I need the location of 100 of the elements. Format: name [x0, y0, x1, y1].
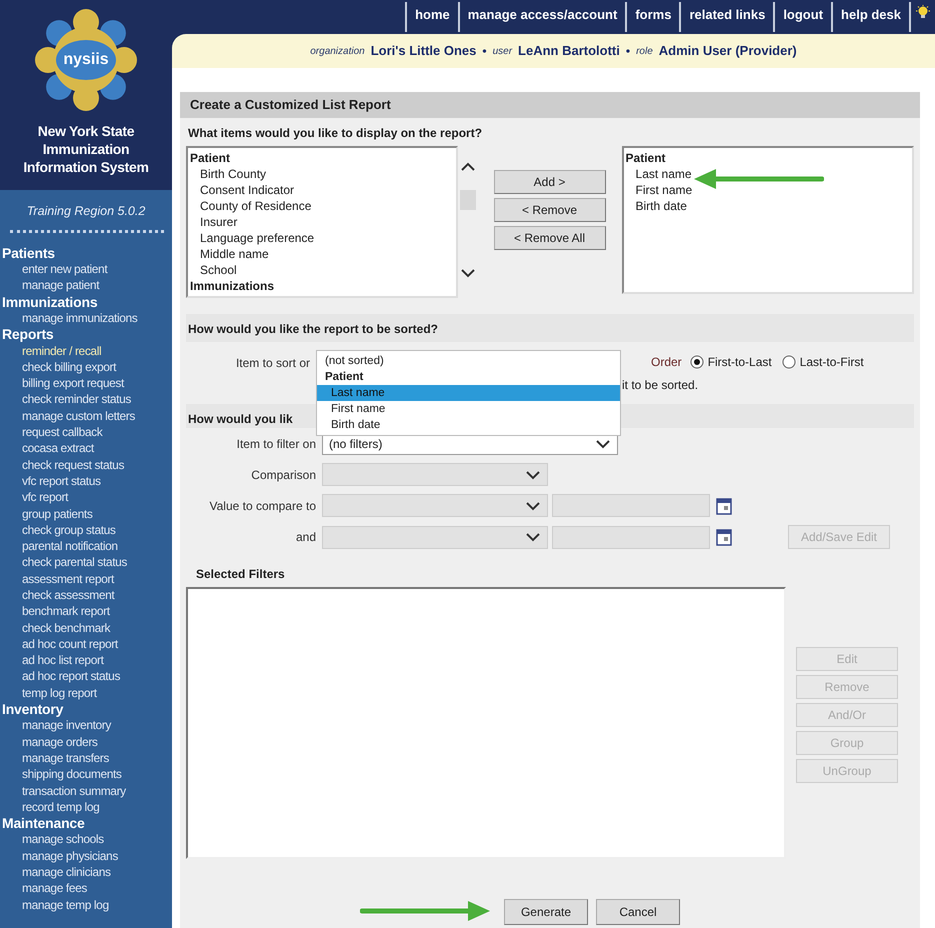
nav-link[interactable]: manage access/account — [458, 2, 626, 32]
nav-link[interactable]: logout — [773, 2, 832, 32]
list-option[interactable]: Birth County — [200, 166, 266, 182]
sidebar-link[interactable]: manage clinicians — [0, 864, 172, 880]
list-option[interactable]: Consent Indicator — [200, 182, 294, 198]
list-option[interactable]: First name — [636, 182, 692, 198]
sidebar-link[interactable]: vfc report — [0, 489, 172, 506]
sidebar-link[interactable]: check assessment — [0, 586, 172, 604]
sidebar-link[interactable]: manage custom letters — [0, 408, 172, 424]
radio-button[interactable] — [782, 355, 796, 369]
nav-link[interactable]: related links — [679, 2, 774, 32]
field-label: Order — [651, 354, 682, 371]
list-option[interactable]: Birth date — [636, 198, 687, 214]
sidebar-heading: Patients — [1, 244, 56, 262]
sidebar-link[interactable]: manage temp log — [0, 896, 172, 913]
dropdown-option[interactable]: (not sorted) — [317, 353, 620, 369]
sidebar-link[interactable]: manage immunizations — [0, 310, 172, 326]
sidebar-link[interactable]: record temp log — [0, 798, 172, 816]
dropdown-option[interactable]: Last name — [317, 385, 620, 401]
field-label: Item to sort or — [234, 355, 311, 372]
sidebar-link[interactable]: check request status — [0, 456, 172, 473]
list-option[interactable]: School — [200, 262, 237, 278]
list-option[interactable]: County of Residence — [200, 198, 312, 214]
sidebar-link[interactable]: manage transfers — [0, 750, 172, 766]
sidebar-link[interactable]: temp log report — [0, 684, 172, 702]
radio-button[interactable] — [690, 355, 704, 369]
sidebar-heading: Inventory — [1, 701, 64, 718]
list-button[interactable]: < Remove All — [494, 226, 606, 250]
field-value: Admin User (Provider) — [658, 42, 797, 60]
nav-link[interactable]: forms — [625, 2, 680, 32]
field-label: role — [636, 44, 653, 58]
sidebar-link[interactable]: enter new patient — [0, 261, 172, 278]
list-option[interactable]: Last name — [636, 166, 692, 182]
field-label: Item to filter on — [236, 436, 317, 452]
page-title: Create a Customized List Report — [180, 92, 920, 118]
sidebar-link[interactable]: billing export request — [0, 375, 172, 392]
calendar-icon — [716, 528, 732, 546]
sidebar-link[interactable]: manage inventory — [0, 717, 172, 734]
sidebar-link[interactable]: manage orders — [0, 734, 172, 750]
list-option[interactable]: Language preference — [200, 230, 314, 246]
radio-label[interactable]: Last-to-First — [800, 353, 864, 371]
action-button[interactable]: Generate — [504, 899, 588, 925]
field-label: user — [492, 44, 512, 58]
input-field[interactable] — [552, 494, 710, 517]
list-button[interactable]: Add > — [494, 170, 606, 194]
system-title: New York State Immunization Information System — [22, 122, 150, 176]
dropdown-option[interactable]: First name — [317, 401, 620, 417]
sidebar-heading: Maintenance — [1, 815, 86, 832]
sidebar-link[interactable]: parental notification — [0, 538, 172, 554]
sidebar-link[interactable]: shipping documents — [0, 766, 172, 783]
sidebar-link[interactable]: vfc report status — [0, 472, 172, 490]
field-label: Value to compare to — [208, 498, 317, 514]
separator-dot: • — [482, 43, 487, 60]
sidebar-link[interactable]: ad hoc list report — [0, 652, 172, 668]
sidebar-link[interactable]: assessment report — [0, 570, 172, 587]
field-label: and — [294, 529, 317, 546]
sidebar-link[interactable]: ad hoc report status — [0, 668, 172, 685]
list-option[interactable]: Insurer — [200, 214, 238, 230]
sidebar-link[interactable]: check reminder status — [0, 391, 172, 408]
field-value: LeAnn Bartolotti — [518, 42, 620, 60]
sidebar-link[interactable]: check group status — [0, 522, 172, 538]
list-box[interactable]: Patient Last name First name Birth date — [622, 146, 914, 294]
calendar-icon — [716, 496, 732, 514]
sidebar-link[interactable]: manage physicians — [0, 848, 172, 864]
sidebar-link[interactable]: ad hoc count report — [0, 636, 172, 652]
hint-text: it to be sorted. — [622, 378, 698, 392]
section-heading: How would you like the report to be sorted? — [186, 314, 914, 342]
sidebar-link[interactable]: reminder / recall — [0, 342, 172, 359]
input-field[interactable] — [552, 526, 710, 548]
list-option[interactable]: Middle name — [200, 246, 269, 262]
list-box[interactable]: Patient Birth County Consent Indicator County of Residence Insurer Language preference Middle name School Immunizations — [186, 146, 458, 298]
action-button[interactable]: Cancel — [596, 899, 680, 925]
logo-text: nysiis — [63, 50, 109, 70]
sidebar-link[interactable]: check benchmark — [0, 620, 172, 636]
filter-list[interactable] — [186, 587, 786, 859]
sidebar-link[interactable]: manage patient — [0, 277, 172, 294]
field-label: Comparison — [250, 466, 317, 484]
region-label: Training Region 5.0.2 — [26, 203, 146, 220]
field-value: (no filters) — [329, 436, 382, 452]
nav-link[interactable]: home — [405, 2, 458, 32]
sidebar-link[interactable]: check parental status — [0, 554, 172, 571]
section-heading: What items would you like to display on the report? — [187, 125, 484, 142]
group-label: Patient — [324, 370, 364, 385]
sidebar-link[interactable]: cocasa extract — [0, 440, 172, 457]
sidebar-link[interactable]: manage schools — [0, 831, 172, 848]
group-label: Immunizations — [190, 278, 274, 294]
sidebar-link[interactable]: transaction summary — [0, 782, 172, 799]
field-label: organization — [310, 44, 365, 58]
group-label: Patient — [626, 150, 666, 166]
nav-link[interactable]: help desk — [831, 2, 909, 32]
sidebar-link[interactable]: benchmark report — [0, 603, 172, 620]
separator-dot: • — [626, 43, 630, 60]
section-heading: Selected Filters — [195, 566, 286, 583]
sidebar-link[interactable]: request callback — [0, 424, 172, 440]
list-button[interactable]: < Remove — [494, 198, 606, 222]
sidebar-link[interactable]: group patients — [0, 506, 172, 522]
sidebar-link[interactable]: manage fees — [0, 880, 172, 897]
group-label: Patient — [190, 150, 230, 166]
sidebar-link[interactable]: check billing export — [0, 358, 172, 376]
radio-label[interactable]: First-to-Last — [708, 353, 772, 371]
